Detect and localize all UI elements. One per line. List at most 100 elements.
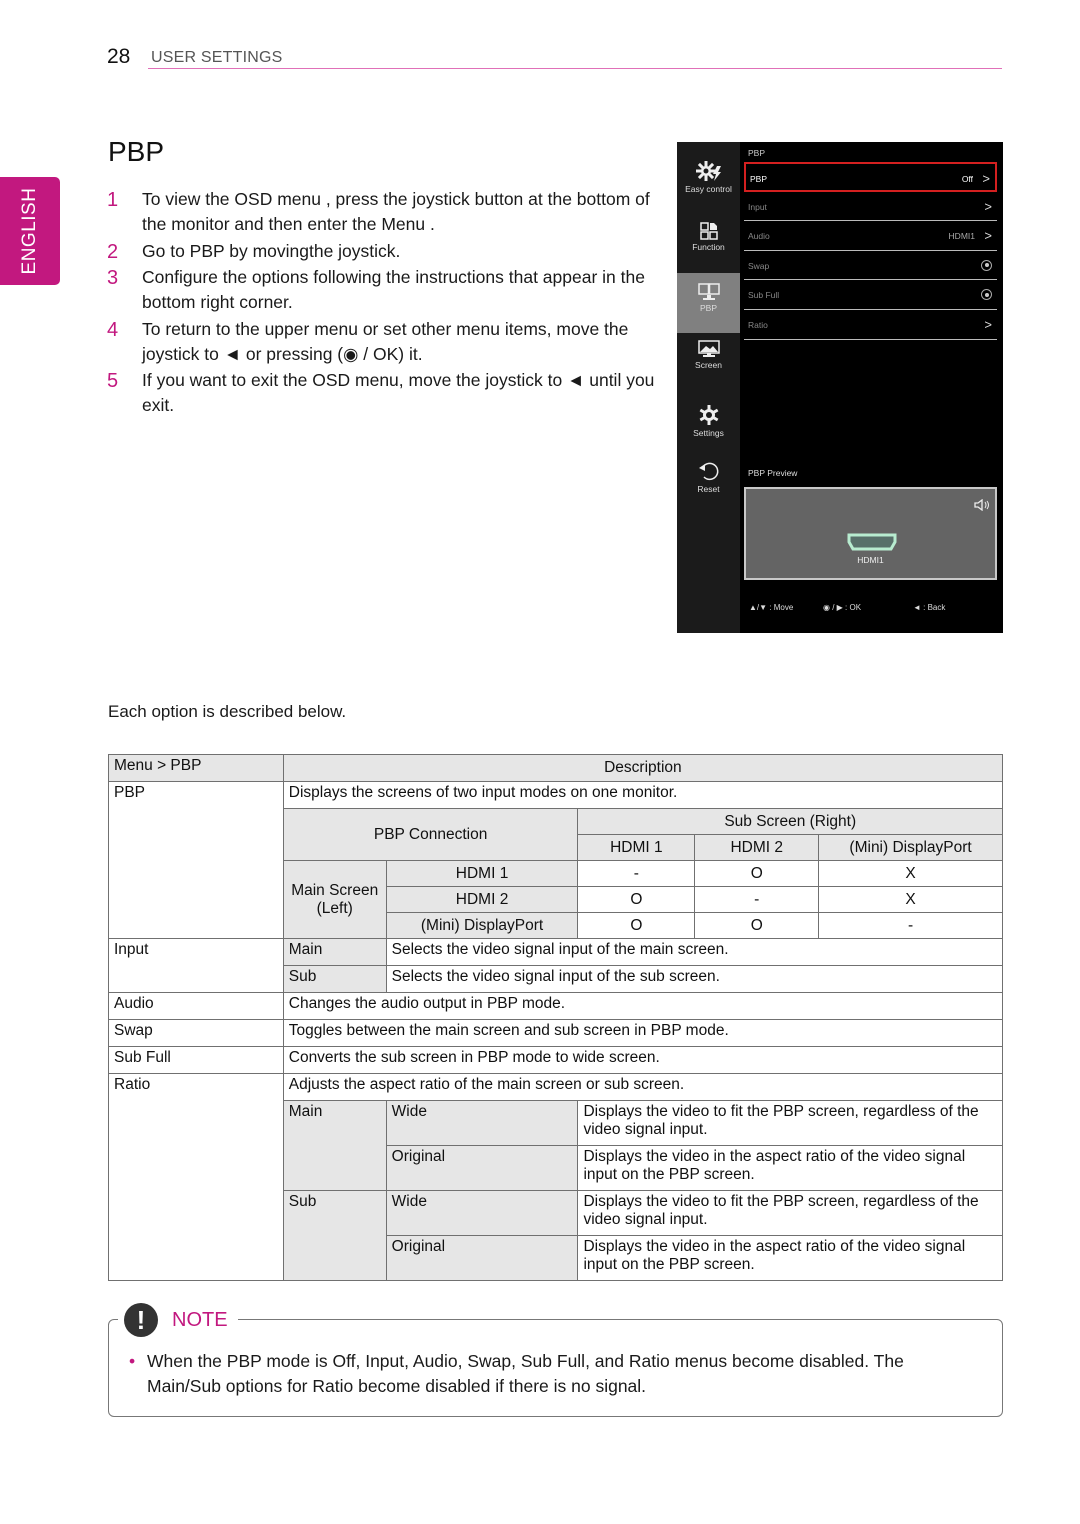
input-sub-desc: Selects the video signal input of the su…	[385, 965, 1004, 993]
osd-menu-list: PBP Off > Input > Audio HDMI1 > Swap Sub…	[744, 162, 997, 340]
pbp-description: Displays the screens of two input modes …	[282, 781, 1004, 809]
osd-sidebar-label: Reset	[697, 484, 720, 494]
instruction-steps: 1 To view the OSD menu , press the joysti…	[107, 187, 657, 420]
osd-item-swap[interactable]: Swap	[744, 251, 997, 281]
language-label: ENGLISH	[19, 187, 40, 275]
pbp-connection-label: PBP Connection	[282, 808, 579, 861]
chevron-right-icon: >	[984, 228, 992, 244]
compat-cell: X	[818, 860, 1003, 887]
main-screen-label: Main Screen (Left)	[282, 860, 387, 939]
osd-item-sub-full[interactable]: Sub Full	[744, 280, 997, 310]
table-intro: Each option is described below.	[108, 702, 347, 721]
step-item: 5 If you want to exit the OSD menu, move …	[107, 368, 657, 418]
row-input: (Mini) DisplayPort	[385, 912, 579, 939]
note-label: NOTE	[172, 1308, 228, 1331]
pbp-icon	[697, 283, 720, 300]
chevron-right-icon: >	[982, 171, 990, 186]
section-title: USER SETTINGS	[151, 49, 283, 66]
help-back: ◄ : Back	[913, 603, 946, 612]
osd-sidebar-item-pbp[interactable]: PBP	[677, 273, 740, 333]
note-text: • When the PBP mode is Off, Input, Audio…	[129, 1349, 979, 1399]
compat-cell: -	[694, 886, 820, 913]
step-item: 1 To view the OSD menu , press the joysti…	[107, 187, 657, 237]
step-item: 2 Go to PBP by movingthe joystick.	[107, 239, 657, 264]
ratio-main-label: Main	[282, 1100, 387, 1191]
ratio-sub-wide: Wide	[385, 1190, 579, 1236]
osd-sidebar-label: Function	[692, 242, 725, 252]
row-label-swap: Swap	[108, 1019, 284, 1047]
step-number: 4	[107, 318, 119, 341]
osd-item-ratio[interactable]: Ratio >	[744, 310, 997, 340]
osd-item-label: Sub Full	[748, 290, 780, 301]
row-label-pbp: PBP	[108, 781, 284, 939]
help-move: ▲/▼ : Move	[749, 603, 794, 612]
step-number: 3	[107, 267, 119, 289]
osd-item-label: Input	[748, 201, 767, 212]
osd-item-label: PBP	[750, 174, 768, 184]
row-input: HDMI 1	[385, 860, 579, 887]
osd-item-audio[interactable]: Audio HDMI1 >	[744, 221, 997, 251]
osd-sidebar-item-settings[interactable]: Settings	[677, 404, 740, 462]
osd-item-input[interactable]: Input >	[744, 192, 997, 222]
hdmi-port-icon	[847, 533, 897, 551]
pbp-options-table: Menu > PBP Description PBP Displays the …	[108, 754, 1004, 1281]
osd-menu-screenshot: Easy control Function PBP Screen Setting…	[677, 142, 1003, 633]
ratio-main-original: Original	[385, 1145, 579, 1191]
compat-cell: O	[577, 886, 696, 913]
osd-sidebar-item-function[interactable]: Function	[677, 222, 740, 280]
pbp-preview-panel: HDMI1	[744, 487, 997, 580]
row-label-sub-full: Sub Full	[108, 1046, 284, 1074]
osd-sidebar-item-screen[interactable]: Screen	[677, 340, 740, 398]
step-text: To view the OSD menu , press the joystic…	[142, 189, 650, 234]
header-description: Description	[282, 754, 1004, 782]
note-header: ! NOTE	[118, 1303, 238, 1337]
pbp-preview-label: PBP Preview	[748, 468, 798, 478]
row-label-ratio: Ratio	[108, 1073, 284, 1281]
radio-button-icon[interactable]	[981, 289, 992, 301]
step-item: 3 Configure the options following the ins…	[107, 265, 657, 315]
ratio-main-wide-desc: Displays the video to fit the PBP screen…	[577, 1100, 1003, 1146]
chevron-right-icon: >	[984, 316, 992, 332]
input-main-desc: Selects the video signal input of the ma…	[385, 938, 1004, 966]
osd-item-value: Off	[961, 174, 973, 184]
osd-sidebar-label: Easy control	[685, 184, 732, 194]
audio-desc: Changes the audio output in PBP mode.	[282, 992, 1004, 1020]
easy-control-icon	[695, 161, 721, 181]
osd-sidebar-item-easy-control[interactable]: Easy control	[677, 160, 740, 218]
osd-sidebar-item-reset[interactable]: Reset	[677, 460, 740, 518]
bullet-icon: •	[129, 1351, 136, 1371]
page-number: 28	[107, 45, 131, 68]
step-number: 2	[107, 240, 119, 263]
column-header: HDMI 2	[694, 834, 820, 861]
step-text: Configure the options following the inst…	[142, 267, 645, 312]
row-label-audio: Audio	[108, 992, 284, 1020]
compat-cell: X	[818, 886, 1003, 913]
sub-full-desc: Converts the sub screen in PBP mode to w…	[282, 1046, 1004, 1074]
row-label-input: Input	[108, 938, 284, 993]
compat-cell: -	[818, 912, 1003, 939]
swap-desc: Toggles between the main screen and sub …	[282, 1019, 1004, 1047]
page-title: PBP	[108, 136, 165, 167]
step-text: Go to PBP by movingthe joystick.	[142, 240, 401, 261]
ratio-desc: Adjusts the aspect ratio of the main scr…	[282, 1073, 1004, 1101]
osd-sidebar-label: Screen	[695, 360, 722, 370]
screen-icon	[697, 340, 720, 357]
osd-breadcrumb: PBP	[748, 148, 766, 158]
function-icon	[699, 222, 718, 240]
ratio-sub-label: Sub	[282, 1190, 387, 1281]
ratio-sub-original-desc: Displays the video in the aspect ratio o…	[577, 1235, 1003, 1281]
input-sub-label: Sub	[282, 965, 387, 993]
language-tab: ENGLISH	[0, 177, 60, 285]
chevron-right-icon: >	[984, 198, 992, 214]
compat-cell: O	[694, 860, 820, 887]
compat-cell: -	[577, 860, 696, 887]
ratio-main-original-desc: Displays the video in the aspect ratio o…	[577, 1145, 1003, 1191]
ratio-sub-original: Original	[385, 1235, 579, 1281]
radio-button-icon[interactable]	[981, 259, 992, 271]
column-header: HDMI 1	[577, 834, 696, 861]
input-main-label: Main	[282, 938, 387, 966]
osd-item-pbp[interactable]: PBP Off >	[744, 162, 997, 192]
step-item: 4 To return to the upper menu or set othe…	[107, 317, 657, 367]
exclamation-icon: !	[124, 1303, 158, 1337]
header-menu: Menu > PBP	[108, 754, 284, 782]
